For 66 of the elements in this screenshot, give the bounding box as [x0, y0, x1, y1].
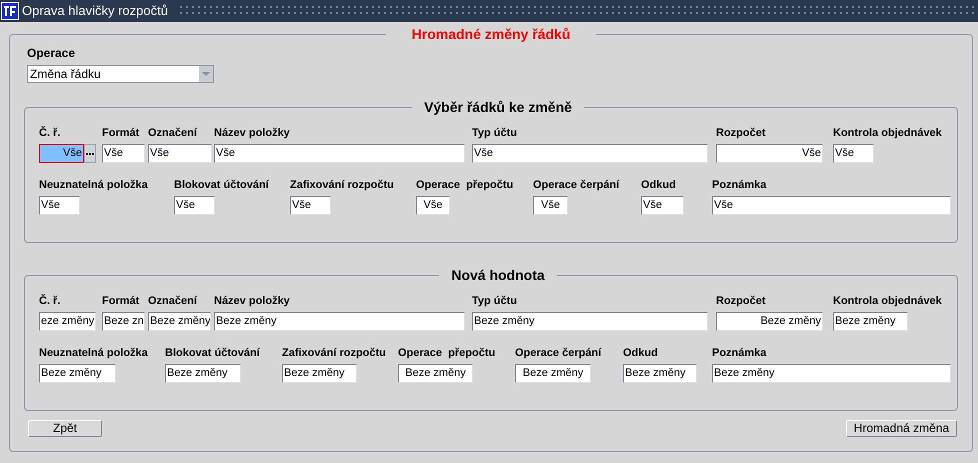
field-label: Odkud	[623, 347, 659, 360]
text-field[interactable]: Beze změny	[398, 364, 473, 383]
text-field[interactable]: Beze změny	[716, 312, 823, 331]
text-field[interactable]: Vše	[716, 144, 823, 163]
section-title: Nová hodnota	[450, 267, 546, 283]
field-label: Formát	[102, 295, 140, 308]
field-label: Kontrola objednávek	[833, 295, 943, 308]
text-field[interactable]: Vše	[39, 196, 80, 215]
field-label: Typ účtu	[472, 127, 518, 140]
field-label: Blokovat účtování	[174, 179, 270, 192]
dropdown-arrow-icon	[202, 72, 210, 76]
field-label: Neuznatelná položka	[39, 347, 149, 360]
action-button[interactable]: Zpět	[28, 420, 102, 437]
text-field[interactable]: Vše	[472, 144, 708, 163]
field-label: Označení	[148, 127, 198, 140]
list-button[interactable]	[84, 144, 96, 163]
field-label: Operace čerpání	[515, 347, 602, 360]
field-label: Odkud	[641, 179, 677, 192]
field-label: Formát	[102, 127, 140, 140]
field-label: Č. ř.	[39, 127, 62, 140]
text-field[interactable]: Beze změny	[214, 312, 465, 331]
field-label: Neuznatelná položka	[39, 179, 149, 192]
text-field[interactable]: Vše	[174, 196, 215, 215]
text-field[interactable]: Vše	[533, 196, 568, 215]
text-field[interactable]: Vše	[416, 196, 450, 215]
text-field[interactable]: Beze zn	[102, 312, 145, 331]
text-field[interactable]: Beze změny	[833, 312, 908, 331]
field-label: Typ účtu	[472, 295, 518, 308]
field-label: Rozpočet	[716, 127, 766, 140]
field-label: Operace přepočtu	[416, 179, 514, 192]
operation-label: Operace	[27, 45, 76, 62]
field-label: Poznámka	[712, 347, 768, 360]
form-title: Hromadné změny řádků	[410, 26, 572, 42]
text-field[interactable]: Vše	[641, 196, 684, 215]
field-label: Č. ř.	[39, 295, 62, 308]
text-field[interactable]: Vše	[290, 196, 331, 215]
text-field[interactable]: Beze změny	[515, 364, 591, 383]
field-label: Kontrola objednávek	[833, 127, 943, 140]
text-field[interactable]: Vše	[148, 144, 212, 163]
field-label: Název položky	[214, 295, 291, 308]
field-label: Zafixování rozpočtu	[290, 179, 395, 192]
operation-select[interactable]: Změna řádku	[27, 65, 214, 83]
text-field[interactable]: Vše	[39, 144, 84, 163]
text-field[interactable]: Vše	[214, 144, 465, 163]
text-field[interactable]: Beze změny	[712, 364, 951, 383]
field-label: Operace přepočtu	[398, 347, 496, 360]
action-button[interactable]: Hromadná změna	[846, 420, 957, 437]
field-label: Rozpočet	[716, 295, 766, 308]
text-field[interactable]: Beze změny	[472, 312, 708, 331]
text-field[interactable]: Vše	[833, 144, 874, 163]
text-field[interactable]: Beze změny	[623, 364, 697, 383]
section-title: Výběr řádků ke změně	[423, 99, 573, 115]
text-field[interactable]: Beze změny	[39, 364, 116, 383]
field-label: Blokovat účtování	[165, 347, 261, 360]
text-field[interactable]: Beze změny	[165, 364, 241, 383]
text-field[interactable]: Beze změny	[282, 364, 357, 383]
field-label: Poznámka	[712, 179, 768, 192]
field-label: Označení	[148, 295, 198, 308]
text-field[interactable]: Vše	[102, 144, 145, 163]
text-field[interactable]: Vše	[712, 196, 951, 215]
text-field[interactable]: eze změny	[39, 312, 96, 331]
field-label: Název položky	[214, 127, 291, 140]
window-title: Oprava hlavičky rozpočtů	[22, 2, 168, 20]
field-label: Zafixování rozpočtu	[282, 347, 387, 360]
app-logo-icon	[1, 2, 19, 20]
field-label: Operace čerpání	[533, 179, 620, 192]
